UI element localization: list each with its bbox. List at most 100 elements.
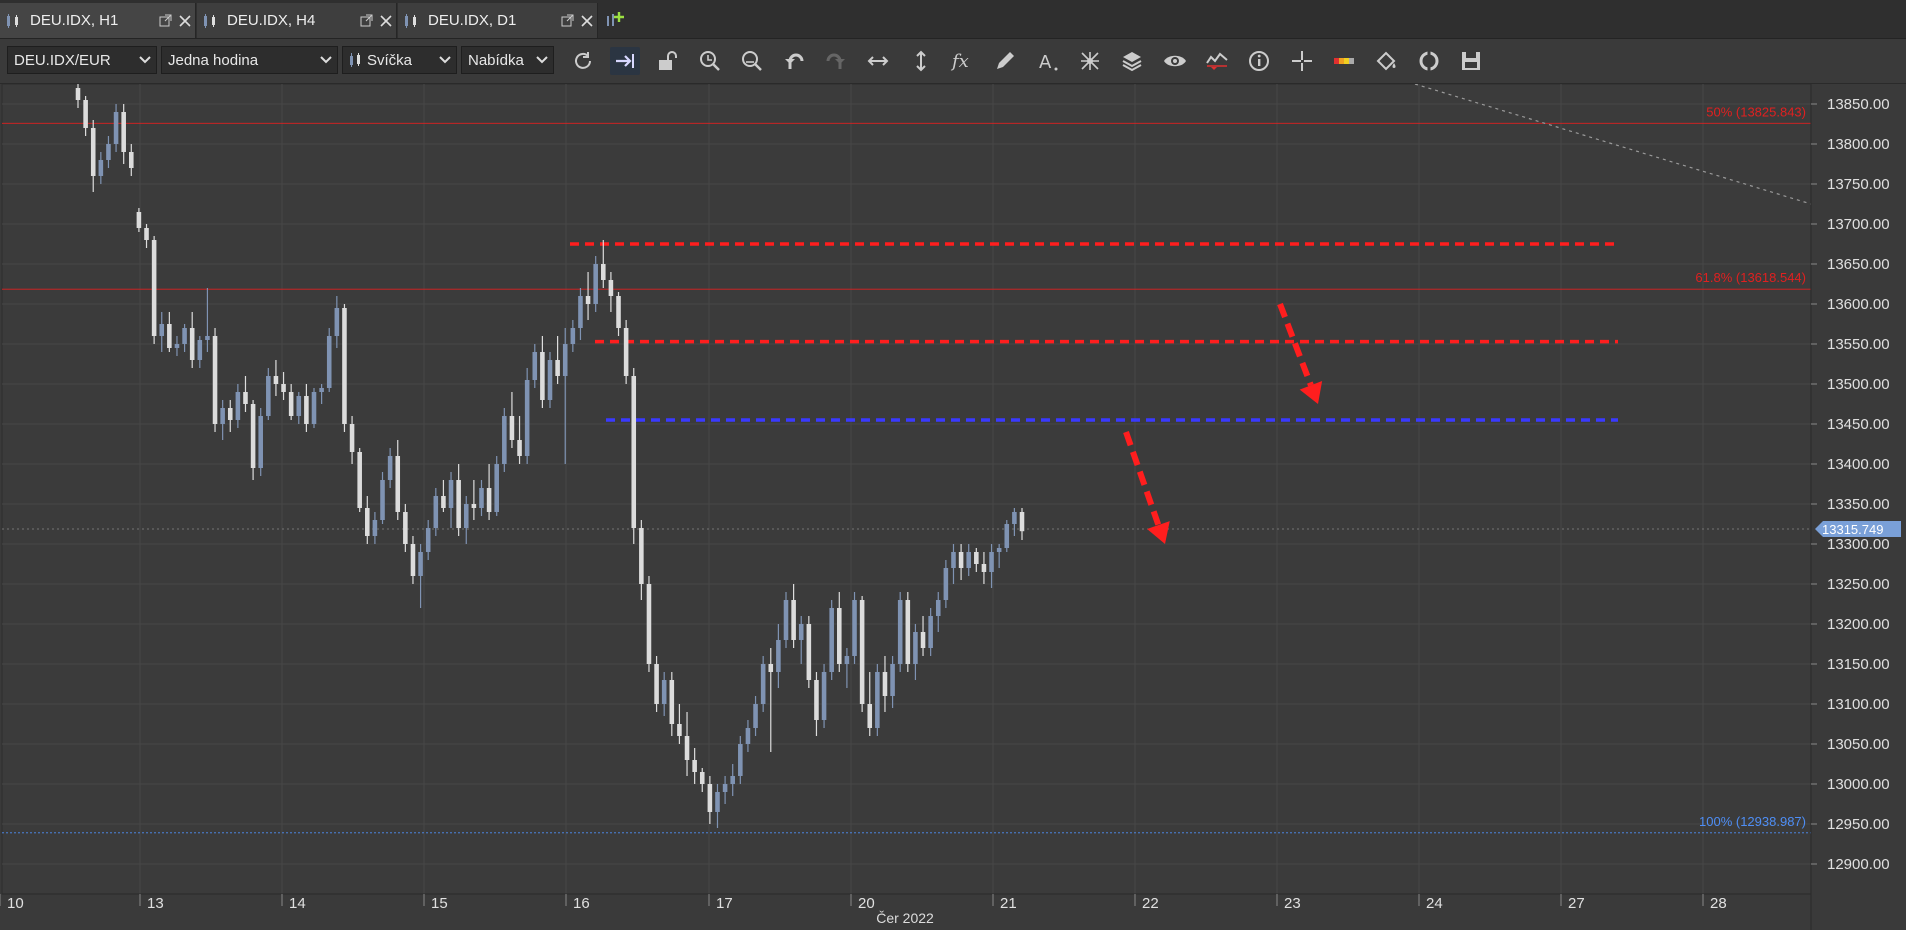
close-icon[interactable] bbox=[577, 14, 597, 27]
sync-icon[interactable] bbox=[1414, 47, 1444, 75]
candle bbox=[212, 328, 218, 432]
autoshift-icon[interactable] bbox=[610, 47, 640, 75]
y-tick-label: 13350.00 bbox=[1827, 496, 1890, 513]
instrument-select[interactable]: DEU.IDX/EUR bbox=[7, 46, 157, 74]
tab-label: DEU.IDX, H4 bbox=[227, 12, 316, 29]
y-tick-label: 13850.00 bbox=[1827, 96, 1890, 113]
candlestick-icon bbox=[197, 13, 223, 29]
candle-body bbox=[540, 352, 545, 400]
pencil-icon[interactable] bbox=[990, 47, 1020, 75]
popout-icon[interactable] bbox=[356, 14, 376, 27]
candle-body bbox=[616, 296, 621, 328]
candle-body bbox=[486, 488, 492, 512]
candle-body bbox=[677, 724, 682, 736]
candle-body bbox=[570, 328, 576, 344]
candle-body bbox=[258, 416, 263, 468]
candle-body bbox=[532, 352, 538, 380]
candle-body bbox=[273, 376, 279, 384]
close-icon[interactable] bbox=[175, 14, 195, 27]
pattern-icon[interactable] bbox=[1075, 47, 1105, 75]
candle-body bbox=[334, 308, 340, 336]
candle-body bbox=[151, 240, 157, 336]
candle-body bbox=[509, 416, 515, 440]
crosshair-icon[interactable] bbox=[1287, 47, 1317, 75]
candle-body bbox=[448, 480, 454, 508]
candle-body bbox=[996, 548, 1002, 552]
candle-body bbox=[875, 672, 880, 728]
candle bbox=[760, 656, 766, 712]
eye-icon[interactable] bbox=[1160, 47, 1190, 75]
vertical-resize-icon[interactable] bbox=[906, 47, 936, 75]
candle bbox=[806, 616, 812, 688]
refresh-icon[interactable] bbox=[568, 47, 598, 75]
tab-label: DEU.IDX, H1 bbox=[30, 12, 119, 29]
candle bbox=[646, 576, 652, 672]
candle-body bbox=[943, 568, 949, 600]
candle-body bbox=[905, 600, 911, 664]
candle-body bbox=[837, 608, 842, 664]
candle-body bbox=[623, 328, 629, 376]
candle bbox=[326, 328, 332, 392]
close-icon[interactable] bbox=[376, 14, 396, 27]
undo-icon[interactable] bbox=[779, 47, 809, 75]
add-chart-icon[interactable] bbox=[603, 8, 627, 32]
candle-body bbox=[669, 680, 675, 724]
candle bbox=[875, 664, 880, 736]
candle bbox=[852, 592, 857, 664]
redo-icon[interactable] bbox=[821, 47, 851, 75]
candle-body bbox=[479, 488, 484, 508]
y-tick-label: 13750.00 bbox=[1827, 176, 1890, 193]
popout-icon[interactable] bbox=[155, 14, 175, 27]
signal-icon[interactable] bbox=[1202, 47, 1232, 75]
x-tick-label: 15 bbox=[431, 895, 448, 912]
period-select[interactable]: Jedna hodina bbox=[161, 46, 338, 74]
zoom-in-icon[interactable] bbox=[695, 47, 725, 75]
tab-deu-h4[interactable]: DEU.IDX, H4 bbox=[197, 3, 397, 38]
candle-body bbox=[806, 624, 812, 680]
zoom-out-icon[interactable] bbox=[737, 47, 767, 75]
y-tick-label: 13150.00 bbox=[1827, 656, 1890, 673]
candle-body bbox=[212, 336, 218, 424]
y-tick-label: 13600.00 bbox=[1827, 296, 1890, 313]
tab-bar: DEU.IDX, H1 DEU.IDX, H4 DEU.IDX, D1 bbox=[0, 0, 1906, 39]
y-tick-label: 13550.00 bbox=[1827, 336, 1890, 353]
text-tool-icon[interactable]: A bbox=[1033, 47, 1063, 75]
candle-body bbox=[730, 776, 735, 784]
candle bbox=[905, 592, 911, 672]
horizontal-resize-icon[interactable] bbox=[863, 47, 893, 75]
price-chart[interactable]: 50% (13825.843) 61.8% (13618.544) 100% (12… bbox=[0, 84, 1906, 930]
candle-body bbox=[738, 744, 743, 776]
price-side-select[interactable]: Nabídka bbox=[461, 46, 554, 74]
paint-bucket-icon[interactable] bbox=[1371, 47, 1401, 75]
function-icon[interactable]: fx bbox=[948, 47, 978, 75]
candle-body bbox=[1004, 524, 1010, 548]
theme-icon[interactable] bbox=[1329, 47, 1359, 75]
tab-deu-d1[interactable]: DEU.IDX, D1 bbox=[398, 3, 598, 38]
save-icon[interactable] bbox=[1456, 47, 1486, 75]
tab-deu-h1[interactable]: DEU.IDX, H1 bbox=[0, 3, 196, 38]
candle-body bbox=[456, 480, 461, 528]
candle-body bbox=[608, 280, 614, 296]
chevron-down-icon bbox=[139, 56, 151, 64]
layers-icon[interactable] bbox=[1117, 47, 1147, 75]
chart-type-select[interactable]: Svíčka bbox=[342, 46, 457, 74]
candle-body bbox=[555, 360, 560, 376]
x-tick-label: 23 bbox=[1284, 895, 1301, 912]
candle bbox=[631, 368, 637, 544]
candlestick-icon bbox=[350, 53, 360, 67]
unlock-icon[interactable] bbox=[652, 47, 682, 75]
candle-body bbox=[281, 384, 286, 392]
candle-body bbox=[639, 528, 644, 584]
candle bbox=[494, 456, 499, 516]
chart-type-value: Svíčka bbox=[367, 51, 413, 69]
info-icon[interactable] bbox=[1244, 47, 1274, 75]
candle-body bbox=[250, 404, 256, 468]
candle-body bbox=[342, 308, 347, 424]
plot-area bbox=[1, 84, 1812, 895]
candle-body bbox=[243, 392, 248, 404]
popout-icon[interactable] bbox=[557, 14, 577, 27]
candle-body bbox=[144, 228, 149, 240]
y-tick-label: 13400.00 bbox=[1827, 456, 1890, 473]
tab-label: DEU.IDX, D1 bbox=[428, 12, 517, 29]
x-tick-label: 14 bbox=[289, 895, 306, 912]
